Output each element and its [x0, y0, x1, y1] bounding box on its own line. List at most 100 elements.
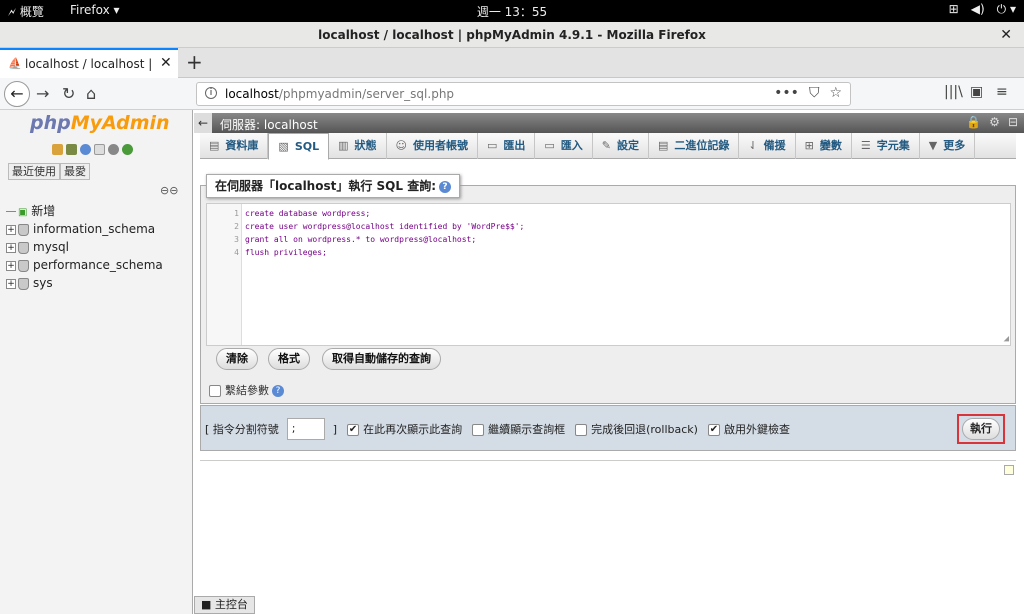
link-with-main-panel-icon[interactable]: ⊖⊖ — [160, 184, 178, 197]
resize-handle-icon[interactable]: ◢ — [1004, 334, 1009, 344]
tab-variables[interactable]: ⊞ 變數 — [796, 133, 852, 159]
home-button[interactable]: ⌂ — [86, 84, 96, 103]
clock[interactable]: 週一 13：55 — [0, 3, 1024, 20]
tab-label: 變數 — [819, 139, 842, 152]
server-breadcrumb[interactable]: 伺服器: localhost — [220, 116, 318, 133]
code-line[interactable]: create database wordpress; — [245, 209, 370, 218]
check-icon[interactable]: ✔ — [707, 424, 720, 436]
tree-item-db[interactable]: + information_schema — [6, 220, 163, 238]
docs-icon[interactable] — [94, 144, 105, 155]
new-tab-button[interactable]: + — [186, 50, 203, 74]
recent-tab[interactable]: 最近使用 — [8, 163, 60, 180]
charset-icon: ☰ — [860, 139, 871, 152]
power-icon[interactable]: ⏻ ▾ — [997, 2, 1016, 17]
get-autosaved-query-button[interactable]: 取得自動儲存的查詢 — [322, 348, 441, 370]
reload-nav-icon[interactable] — [122, 144, 133, 155]
tab-databases[interactable]: ▤ 資料庫 — [200, 133, 269, 159]
tab-sql[interactable]: ▧ SQL — [268, 133, 330, 160]
page-actions-icon[interactable]: ••• — [774, 85, 799, 101]
tab-status[interactable]: ▥ 狀態 — [329, 133, 387, 159]
rollback-option[interactable]: 完成後回退(rollback) — [575, 421, 698, 437]
url-host: localhost — [225, 87, 279, 101]
code-line[interactable]: flush privileges; — [245, 248, 327, 257]
tree-item-db[interactable]: + mysql — [6, 238, 163, 256]
logout-icon[interactable] — [66, 144, 77, 155]
code-line[interactable]: grant all on wordpress.* to wordpress@lo… — [245, 235, 476, 244]
tab-import[interactable]: ▭ 匯入 — [535, 133, 593, 159]
reload-button[interactable]: ↻ — [62, 84, 75, 103]
tab-user-accounts[interactable]: ☺ 使用者帳號 — [387, 133, 478, 159]
foreign-key-checks-option[interactable]: ✔ 啟用外鍵檢查 — [707, 421, 790, 437]
site-info-icon[interactable]: i — [205, 87, 217, 99]
tab-replication[interactable]: ⇃ 備援 — [739, 133, 796, 159]
tree-label: mysql — [33, 240, 69, 254]
scratchboard-icon[interactable] — [1004, 465, 1014, 475]
system-tray[interactable]: ⊞ ◀) ⏻ ▾ — [949, 2, 1016, 17]
logo-myadmin: MyAdmin — [70, 112, 170, 134]
sql-editor[interactable]: 1 2 3 4 create database wordpress; creat… — [206, 203, 1011, 346]
help-icon[interactable]: ? — [439, 180, 451, 193]
collapse-top-icon[interactable]: ⊟ — [1008, 115, 1018, 129]
expand-icon[interactable]: + — [6, 224, 16, 235]
tab-export[interactable]: ▭ 匯出 — [478, 133, 536, 159]
expand-icon[interactable]: + — [6, 278, 16, 289]
tree-label: information_schema — [33, 222, 156, 236]
network-icon[interactable]: ⊞ — [949, 2, 959, 17]
expand-icon[interactable]: + — [6, 242, 16, 253]
favorites-tab[interactable]: 最愛 — [60, 163, 90, 180]
window-title: localhost / localhost | phpMyAdmin 4.9.1… — [318, 28, 706, 42]
tab-more[interactable]: ▼ 更多 — [920, 133, 976, 159]
format-button[interactable]: 格式 — [268, 348, 310, 370]
go-button[interactable]: 執行 — [962, 418, 1000, 440]
delimiter-input[interactable]: ; — [286, 418, 325, 440]
tree-item-new[interactable]: ▣ 新增 — [6, 202, 163, 220]
wrench-icon: ✎ — [601, 139, 612, 152]
navigation-bar: ← → ↻ ⌂ i localhost/phpmyadmin/server_sq… — [0, 78, 1024, 110]
pma-logo[interactable]: phpMyAdmin — [30, 112, 170, 134]
expand-icon[interactable]: + — [6, 260, 16, 271]
window-title-bar: localhost / localhost | phpMyAdmin 4.9.1… — [0, 22, 1024, 48]
library-icon[interactable]: |||\ — [944, 84, 963, 100]
bind-parameters-checkbox[interactable] — [209, 385, 221, 397]
settings-gear-icon[interactable]: ⚙ — [989, 115, 1000, 129]
database-icon — [18, 259, 29, 272]
show-query-again-option[interactable]: ✔ 在此再次顯示此查詢 — [347, 421, 462, 437]
database-icon: ▤ — [209, 139, 220, 152]
sidebar-icon[interactable]: ▣ — [970, 84, 983, 100]
back-button[interactable]: ← — [4, 81, 30, 107]
option-label: 啟用外鍵檢查 — [723, 423, 790, 436]
clear-button[interactable]: 清除 — [216, 348, 258, 370]
close-tab-icon[interactable]: ✕ — [160, 55, 172, 71]
tree-item-db[interactable]: + sys — [6, 274, 163, 292]
code-line[interactable]: create user wordpress@localhost identifi… — [245, 222, 524, 231]
console-toggle[interactable]: ■ 主控台 — [194, 596, 255, 614]
url-text[interactable]: localhost/phpmyadmin/server_sql.php — [225, 87, 454, 101]
tab-settings[interactable]: ✎ 設定 — [593, 133, 650, 159]
check-icon[interactable]: ✔ — [347, 424, 360, 436]
forward-button[interactable]: → — [36, 84, 49, 103]
volume-icon[interactable]: ◀) — [971, 2, 985, 17]
bind-parameters-option[interactable]: 繫結參數? — [209, 382, 284, 398]
url-bar[interactable]: i localhost/phpmyadmin/server_sql.php ••… — [196, 82, 851, 106]
tree-item-db[interactable]: + performance_schema — [6, 256, 163, 274]
tab-binary-log[interactable]: ▤ 二進位記錄 — [649, 133, 740, 159]
hamburger-menu-icon[interactable]: ≡ — [996, 84, 1008, 100]
browser-tab[interactable]: ⛵ localhost / localhost | phpMyAdmin ✕ — [0, 48, 178, 78]
line-number: 4 — [234, 248, 239, 257]
retain-query-box-option[interactable]: 繼續顯示查詢框 — [472, 421, 565, 437]
window-close-button[interactable]: ✕ — [1000, 22, 1012, 48]
lock-icon[interactable]: 🔒 — [966, 115, 981, 129]
tab-label: 資料庫 — [225, 139, 259, 152]
collapse-nav-button[interactable]: ← — [194, 113, 212, 133]
checkbox[interactable] — [575, 424, 588, 436]
pocket-icon[interactable]: ⛉ — [809, 85, 820, 101]
tab-charsets[interactable]: ☰ 字元集 — [852, 133, 920, 159]
bind-parameters-label: 繫結參數 — [225, 384, 269, 397]
tree-line — [6, 211, 16, 212]
help-icon[interactable] — [80, 144, 91, 155]
checkbox[interactable] — [472, 424, 485, 436]
settings-icon[interactable] — [108, 144, 119, 155]
help-icon[interactable]: ? — [272, 385, 284, 397]
home-icon[interactable] — [52, 144, 63, 155]
bookmark-star-icon[interactable]: ☆ — [829, 85, 842, 101]
